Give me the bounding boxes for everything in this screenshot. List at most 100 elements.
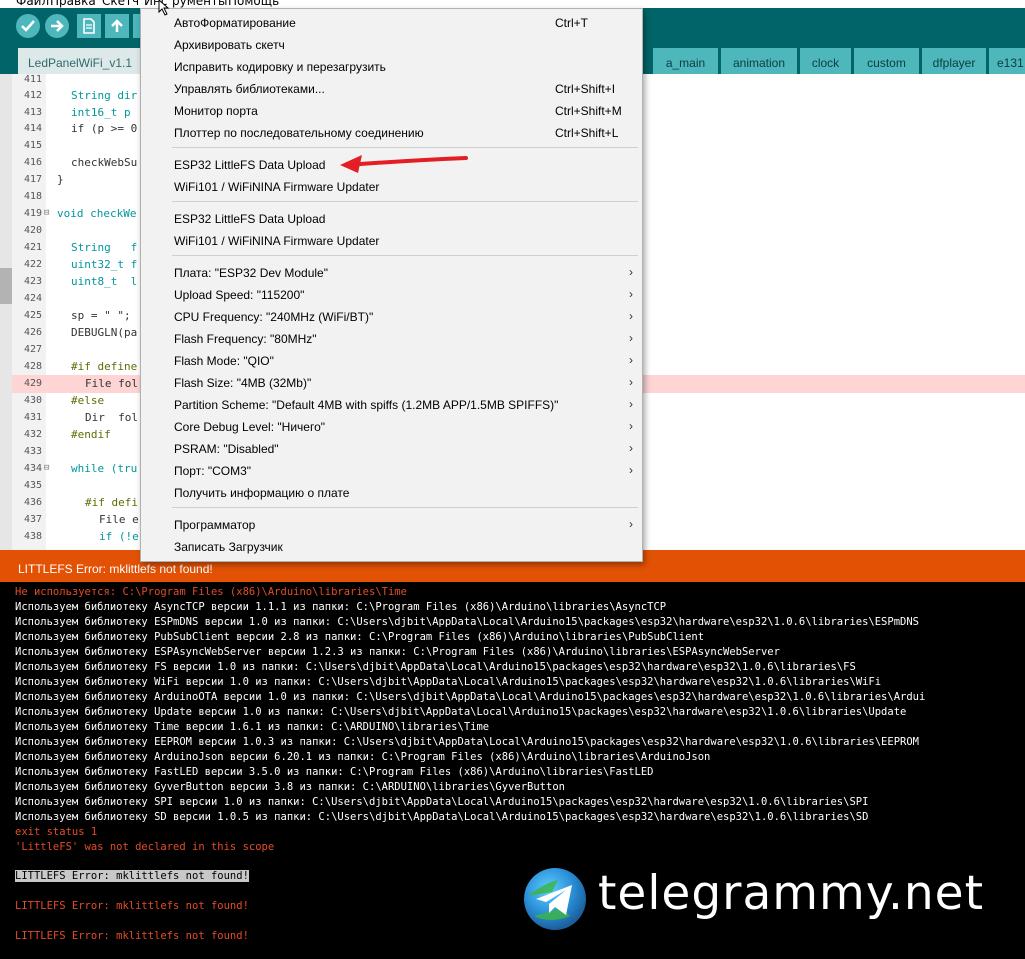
menu-item-programmer[interactable]: Программатор ›: [142, 514, 641, 536]
upload-button[interactable]: [45, 14, 69, 38]
line-number: 421: [23, 242, 42, 253]
code-line: if (!e: [99, 530, 139, 543]
menu-separator: [172, 201, 638, 202]
line-number: 411: [23, 74, 42, 85]
line-number: 434: [23, 463, 42, 474]
menu-item-flash-frequency[interactable]: Flash Frequency: "80MHz" ›: [142, 328, 641, 350]
code-line: File e: [99, 513, 139, 526]
menu-item-fix-encoding[interactable]: Исправить кодировку и перезагрузить: [142, 56, 641, 78]
check-icon: [21, 20, 35, 32]
tab-ledpanelwifi[interactable]: LedPanelWiFi_v1.1: [18, 48, 142, 74]
line-number: 416: [23, 157, 42, 168]
code-line: #if defi: [85, 496, 138, 509]
menu-item-cpu-frequency[interactable]: CPU Frequency: "240MHz (WiFi/BT)" ›: [142, 306, 641, 328]
code-line: String f: [71, 241, 138, 254]
menu-item-partition-scheme[interactable]: Partition Scheme: "Default 4MB with spif…: [142, 394, 641, 416]
menu-item-serial-plotter[interactable]: Плоттер по последовательному соединению C…: [142, 122, 641, 144]
menu-item-archive-sketch[interactable]: Архивировать скетч: [142, 34, 641, 56]
console-line: Используем библиотеку SD версии 1.0.5 из…: [15, 811, 869, 823]
menu-item-serial-monitor[interactable]: Монитор порта Ctrl+Shift+M: [142, 100, 641, 122]
watermark-text: telegrammy.net: [598, 866, 985, 921]
menu-item-board[interactable]: Плата: "ESP32 Dev Module" ›: [142, 262, 641, 284]
code-line: checkWebSu: [71, 156, 138, 169]
line-number: 435: [23, 480, 42, 491]
menu-separator: [172, 147, 638, 148]
mouse-cursor-icon: [158, 0, 170, 16]
line-number: 422: [23, 259, 42, 270]
tab-clock[interactable]: clock: [800, 48, 851, 74]
code-line: File fol: [85, 377, 138, 390]
chevron-right-icon: ›: [629, 309, 633, 323]
line-number: 432: [23, 429, 42, 440]
console-line: Используем библиотеку Time версии 1.6.1 …: [15, 721, 490, 733]
chevron-right-icon: ›: [629, 353, 633, 367]
tools-dropdown-menu: АвтоФорматирование Ctrl+T Архивировать ск…: [140, 8, 643, 562]
menu-item-littlefs-upload-2[interactable]: ESP32 LittleFS Data Upload: [142, 208, 641, 230]
document-icon: [83, 18, 95, 34]
line-number: 426: [23, 327, 42, 338]
code-line: uint8_t l: [71, 275, 138, 288]
menu-item-manage-libraries[interactable]: Управлять библиотеками... Ctrl+Shift+I: [142, 78, 641, 100]
menu-bar: Файл Правка Скетч Инс рументы Помощь: [0, 0, 1025, 8]
code-line: Dir fol: [85, 411, 138, 424]
menu-tools-right[interactable]: рументы: [172, 0, 227, 8]
line-number: 429: [23, 378, 42, 389]
line-number: 438: [23, 531, 42, 542]
console-line-selected: LITTLEFS Error: mklittlefs not found!: [15, 870, 249, 882]
code-line: int16_t p: [71, 106, 131, 119]
menu-item-board-info[interactable]: Получить информацию о плате: [142, 482, 641, 504]
menu-item-flash-mode[interactable]: Flash Mode: "QIO" ›: [142, 350, 641, 372]
fold-marker-icon[interactable]: ⊟: [44, 208, 49, 218]
new-sketch-button[interactable]: [77, 14, 101, 38]
console-line: Используем библиотеку AsyncTCP версии 1.…: [15, 601, 667, 613]
chevron-right-icon: ›: [629, 331, 633, 345]
tab-e131[interactable]: e131: [989, 48, 1025, 74]
tab-dfplayer[interactable]: dfplayer: [922, 48, 986, 74]
scrollbar-thumb[interactable]: [0, 268, 12, 304]
arrow-up-icon: [111, 19, 123, 32]
console-line: Используем библиотеку FastLED версии 3.5…: [15, 766, 654, 778]
console-line: 'LittleFS' was not declared in this scop…: [15, 841, 275, 853]
line-number: 412: [23, 90, 42, 101]
menu-item-wifi-firmware-updater[interactable]: WiFi101 / WiFiNINA Firmware Updater: [142, 176, 641, 198]
line-number: 423: [23, 276, 42, 287]
console-line: Используем библиотеку GyverButton версии…: [15, 781, 565, 793]
console-line: Используем библиотеку Update версии 1.0 …: [15, 706, 907, 718]
console-line: Используем библиотеку ArduinoJson версии…: [15, 751, 711, 763]
menu-item-autoformat[interactable]: АвтоФорматирование Ctrl+T: [142, 12, 641, 34]
menu-item-core-debug-level[interactable]: Core Debug Level: "Ничего" ›: [142, 416, 641, 438]
console-line: Используем библиотеку ArduinoOTA версии …: [15, 691, 926, 703]
code-line: #if define: [71, 360, 138, 373]
line-number: 425: [23, 310, 42, 321]
console-line: Используем библиотеку ESPmDNS версии 1.0…: [15, 616, 919, 628]
menu-sketch[interactable]: Скетч: [102, 0, 139, 8]
line-number: 428: [23, 361, 42, 372]
menu-help[interactable]: Помощь: [228, 0, 279, 8]
menu-item-wifi-firmware-updater-2[interactable]: WiFi101 / WiFiNINA Firmware Updater: [142, 230, 641, 252]
line-number: 431: [23, 412, 42, 423]
chevron-right-icon: ›: [629, 287, 633, 301]
verify-button[interactable]: [16, 14, 40, 38]
console-line: LITTLEFS Error: mklittlefs not found!: [15, 900, 249, 912]
open-sketch-button[interactable]: [105, 14, 129, 38]
menu-file[interactable]: Файл: [16, 0, 49, 8]
code-line: String dir: [71, 89, 138, 102]
tab-animation[interactable]: animation: [721, 48, 797, 74]
editor-scrollbar[interactable]: [0, 74, 12, 550]
console-line: Используем библиотеку WiFi версии 1.0 из…: [15, 676, 882, 688]
menu-item-upload-speed[interactable]: Upload Speed: "115200" ›: [142, 284, 641, 306]
code-line: #else: [71, 394, 105, 407]
menu-edit[interactable]: Правка: [50, 0, 96, 8]
fold-marker-icon[interactable]: ⊟: [44, 463, 49, 473]
console-line: Используем библиотеку EEPROM версии 1.0.…: [15, 736, 919, 748]
tab-custom[interactable]: custom: [854, 48, 919, 74]
menu-item-flash-size[interactable]: Flash Size: "4MB (32Mb)" ›: [142, 372, 641, 394]
menu-item-psram[interactable]: PSRAM: "Disabled" ›: [142, 438, 641, 460]
chevron-right-icon: ›: [629, 265, 633, 279]
menu-item-port[interactable]: Порт: "COM3" ›: [142, 460, 641, 482]
tab-a-main[interactable]: a_main: [653, 48, 718, 74]
console-line: exit status 1: [15, 826, 98, 838]
arrow-right-icon: [51, 20, 64, 32]
menu-item-burn-bootloader[interactable]: Записать Загрузчик: [142, 536, 641, 558]
line-number: 418: [23, 191, 42, 202]
